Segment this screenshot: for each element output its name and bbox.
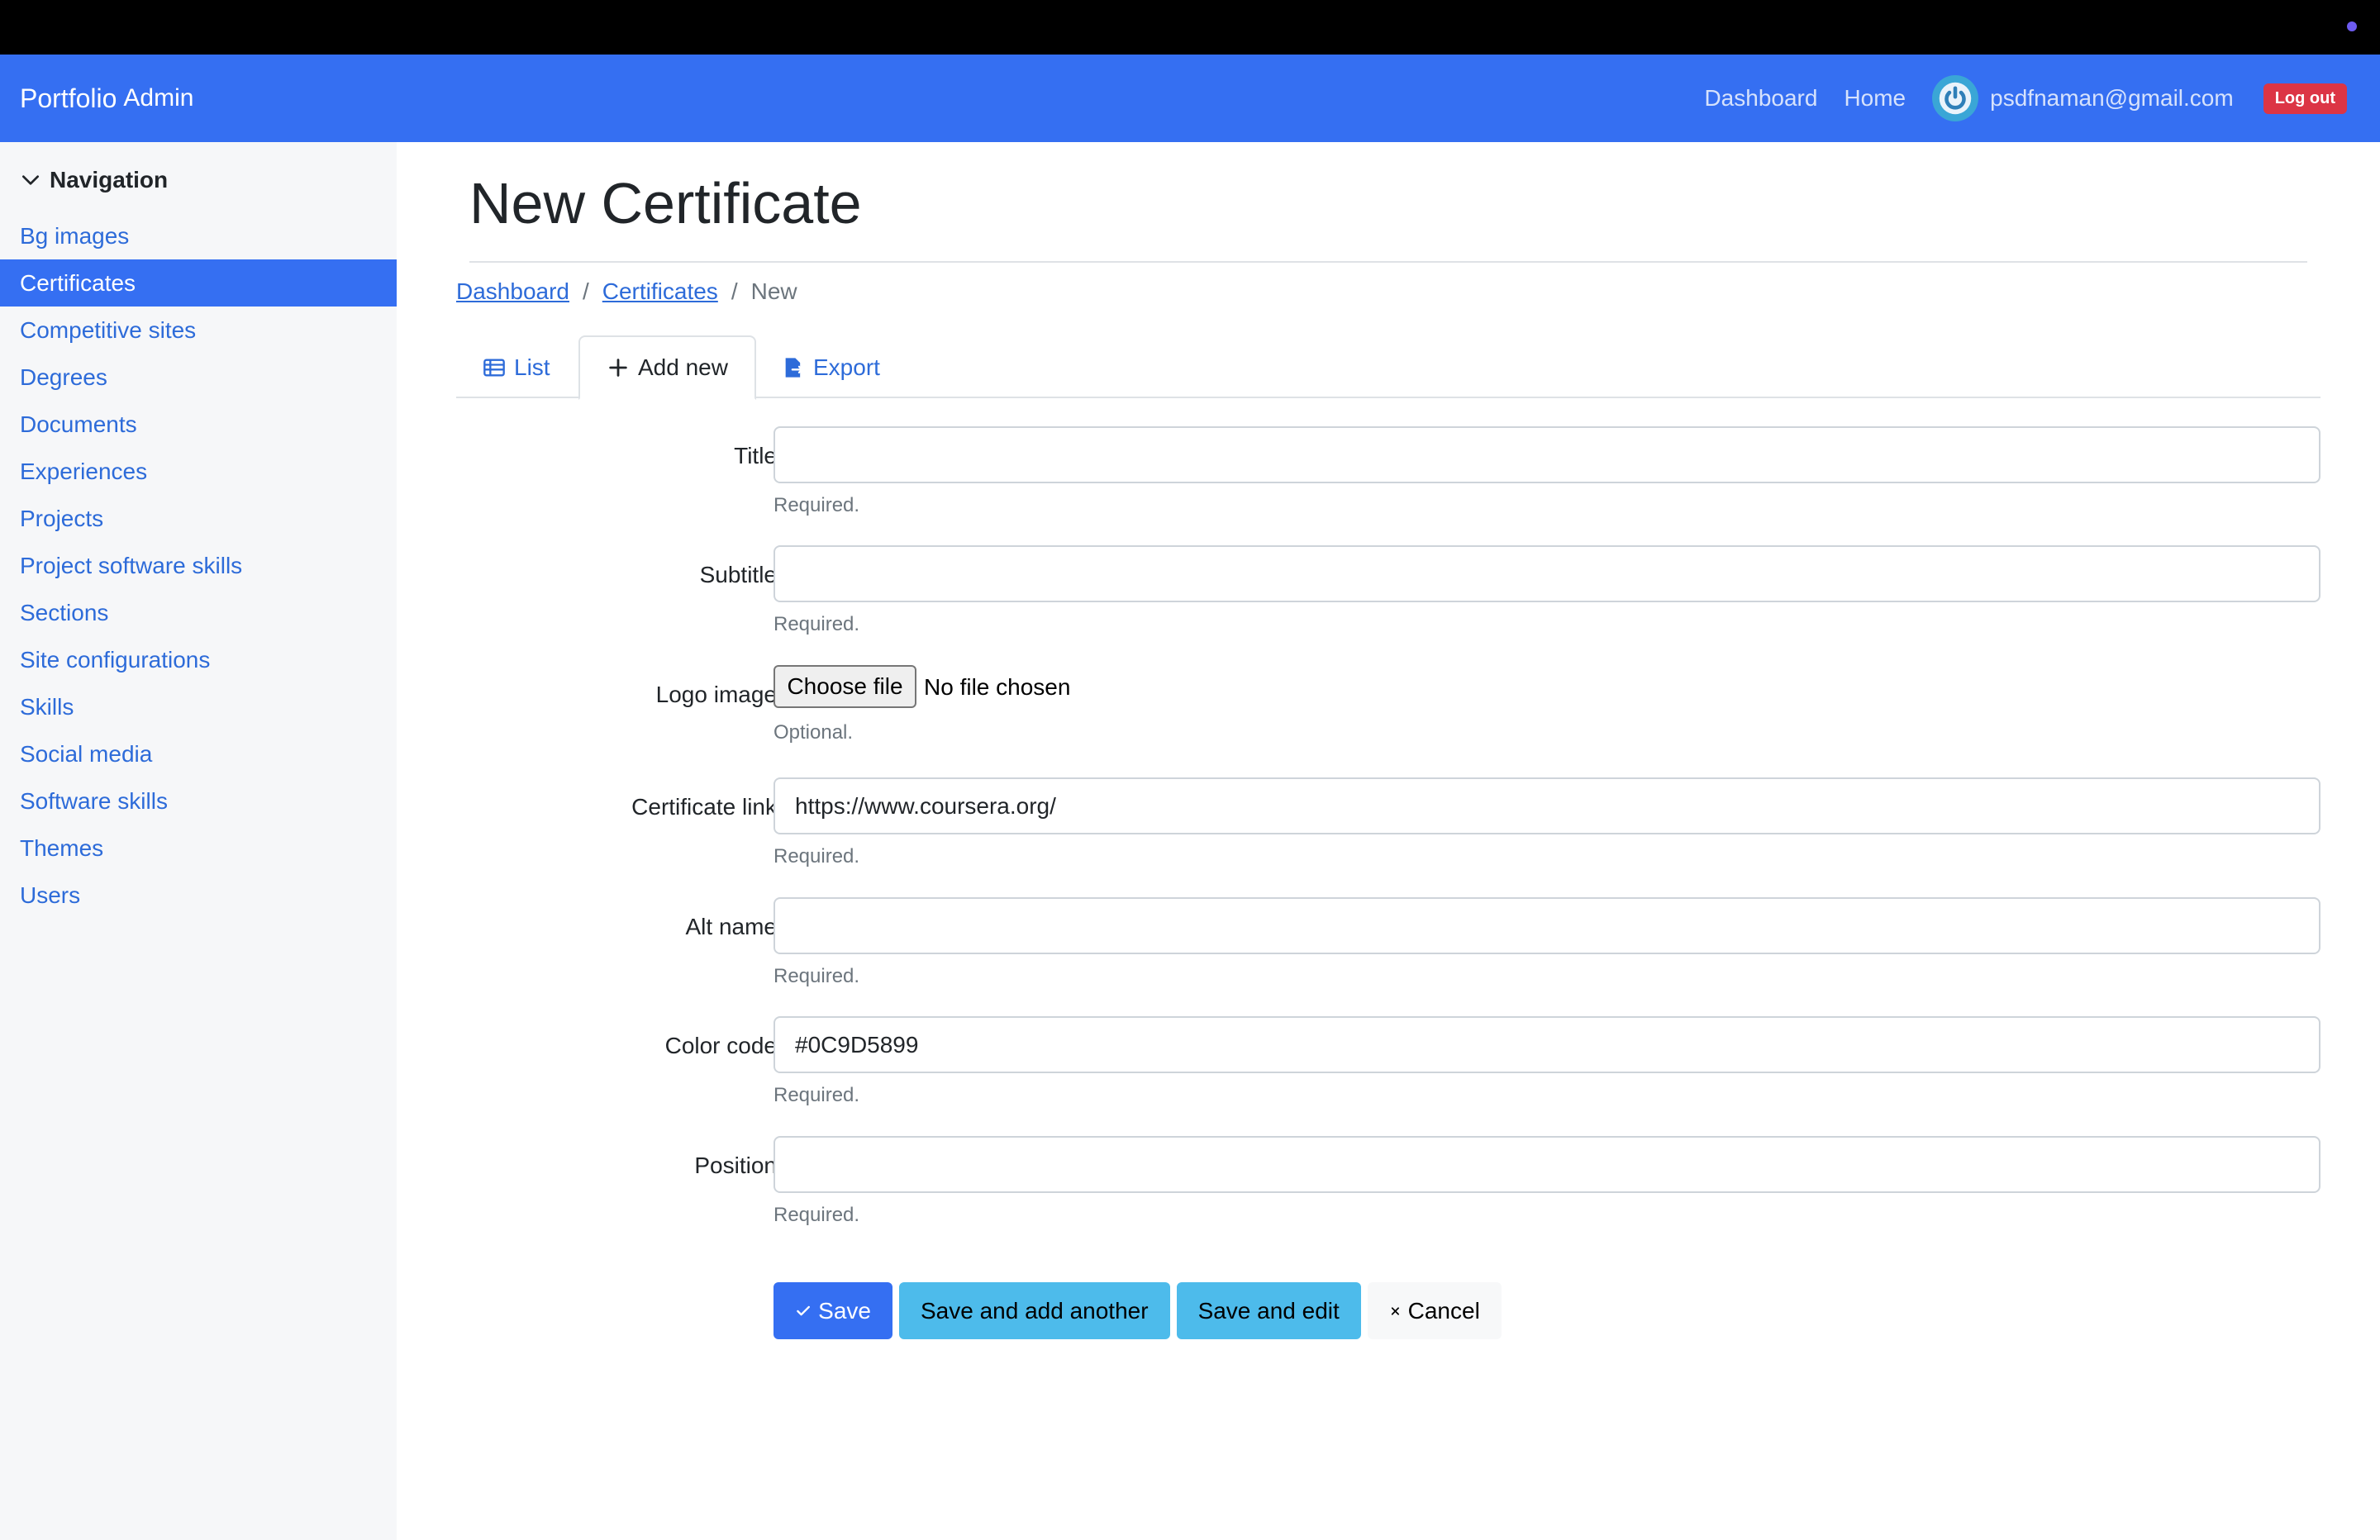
- title-divider: [469, 261, 2307, 263]
- sidebar-item-social-media[interactable]: Social media: [0, 730, 397, 777]
- breadcrumb: Dashboard / Certificates / New: [456, 278, 797, 305]
- sidebar-heading[interactable]: Navigation: [20, 167, 168, 193]
- help-text: Optional.: [774, 721, 854, 744]
- field-label: Alt name: [685, 914, 778, 939]
- tab-list[interactable]: List: [456, 335, 577, 400]
- tab-bar: List Add new Export: [456, 335, 2320, 400]
- field-label: Certificate link: [631, 794, 777, 820]
- plus-icon: [609, 359, 627, 377]
- save-button-label: Save: [818, 1297, 871, 1324]
- save-button[interactable]: Save: [774, 1282, 892, 1339]
- breadcrumb-dashboard[interactable]: Dashboard: [456, 278, 569, 305]
- sidebar-item-experiences[interactable]: Experiences: [0, 448, 397, 495]
- sidebar-item-certificates[interactable]: Certificates: [0, 259, 397, 307]
- breadcrumb-certificates[interactable]: Certificates: [602, 278, 718, 305]
- sidebar: Navigation Bg images Certificates Compet…: [0, 142, 397, 1540]
- help-text: Required.: [774, 494, 860, 516]
- tab-label: Export: [813, 354, 880, 380]
- user-email: psdfnaman@gmail.com: [1990, 85, 2234, 111]
- power-icon: [1939, 82, 1972, 115]
- position-input[interactable]: [774, 1136, 2320, 1193]
- color-code-input[interactable]: #0C9D5899: [774, 1016, 2320, 1073]
- logout-button[interactable]: Log out: [2263, 83, 2347, 114]
- brand-suffix: Admin: [123, 84, 194, 112]
- help-text: Required.: [774, 965, 860, 987]
- choose-file-button[interactable]: Choose file: [774, 665, 916, 708]
- save-and-add-another-button[interactable]: Save and add another: [899, 1282, 1170, 1339]
- tab-export[interactable]: Export: [755, 335, 907, 400]
- save-and-edit-button[interactable]: Save and edit: [1176, 1282, 1361, 1339]
- sidebar-item-software-skills[interactable]: Software skills: [0, 777, 397, 825]
- sidebar-item-bg-images[interactable]: Bg images: [0, 212, 397, 259]
- table-icon: [483, 359, 505, 377]
- sidebar-item-projects[interactable]: Projects: [0, 495, 397, 542]
- field-label: Title: [734, 443, 777, 468]
- cancel-button-label: Cancel: [1407, 1297, 1480, 1324]
- sidebar-item-competitive-sites[interactable]: Competitive sites: [0, 307, 397, 354]
- sidebar-item-skills[interactable]: Skills: [0, 683, 397, 730]
- window-top-bar: [0, 0, 2380, 55]
- close-icon: [1391, 1306, 1399, 1315]
- status-dot: [2347, 21, 2357, 31]
- navbar: Portfolio Admin Dashboard Home psdfnaman…: [0, 55, 2380, 142]
- brand-name: Portfolio: [20, 83, 117, 113]
- help-text: Required.: [774, 1084, 860, 1106]
- breadcrumb-separator: /: [731, 278, 738, 304]
- user-menu[interactable]: psdfnaman@gmail.com: [1932, 75, 2234, 121]
- help-text: Required.: [774, 1204, 860, 1226]
- help-text: Required.: [774, 613, 860, 635]
- help-text: Required.: [774, 845, 860, 867]
- navbar-right: Dashboard Home psdfnaman@gmail.com Log o…: [1704, 55, 2347, 142]
- file-status: No file chosen: [924, 674, 1071, 700]
- tab-add-new[interactable]: Add new: [578, 335, 756, 400]
- nav-link-dashboard[interactable]: Dashboard: [1704, 85, 1817, 112]
- field-label: Subtitle: [699, 562, 777, 587]
- tab-label: Add new: [638, 354, 728, 380]
- sidebar-item-documents[interactable]: Documents: [0, 401, 397, 448]
- file-export-icon: [785, 358, 804, 378]
- breadcrumb-separator: /: [582, 278, 589, 304]
- page-title: New Certificate: [469, 171, 862, 235]
- sidebar-item-users[interactable]: Users: [0, 872, 397, 919]
- title-input[interactable]: [774, 426, 2320, 483]
- field-label: Position: [694, 1153, 777, 1178]
- avatar: [1932, 75, 1979, 121]
- subtitle-input[interactable]: [774, 545, 2320, 602]
- certificate-link-input[interactable]: https://www.coursera.org/: [774, 777, 2320, 834]
- field-label: Logo image: [655, 682, 777, 707]
- cancel-button[interactable]: Cancel: [1367, 1282, 1502, 1339]
- check-icon: [797, 1305, 810, 1315]
- form-actions: Save Save and add another Save and edit …: [774, 1282, 1502, 1339]
- sidebar-heading-label: Navigation: [50, 167, 169, 192]
- chevron-down-icon: [21, 175, 40, 185]
- nav-link-home[interactable]: Home: [1844, 85, 1906, 112]
- sidebar-item-site-configurations[interactable]: Site configurations: [0, 636, 397, 683]
- brand[interactable]: Portfolio Admin: [20, 55, 193, 142]
- breadcrumb-current: New: [750, 278, 797, 304]
- sidebar-item-degrees[interactable]: Degrees: [0, 354, 397, 401]
- tab-label: List: [514, 354, 550, 380]
- sidebar-item-themes[interactable]: Themes: [0, 825, 397, 872]
- sidebar-item-project-software-skills[interactable]: Project software skills: [0, 542, 397, 589]
- alt-name-input[interactable]: [774, 897, 2320, 954]
- sidebar-item-sections[interactable]: Sections: [0, 589, 397, 636]
- field-label: Color code: [664, 1033, 777, 1058]
